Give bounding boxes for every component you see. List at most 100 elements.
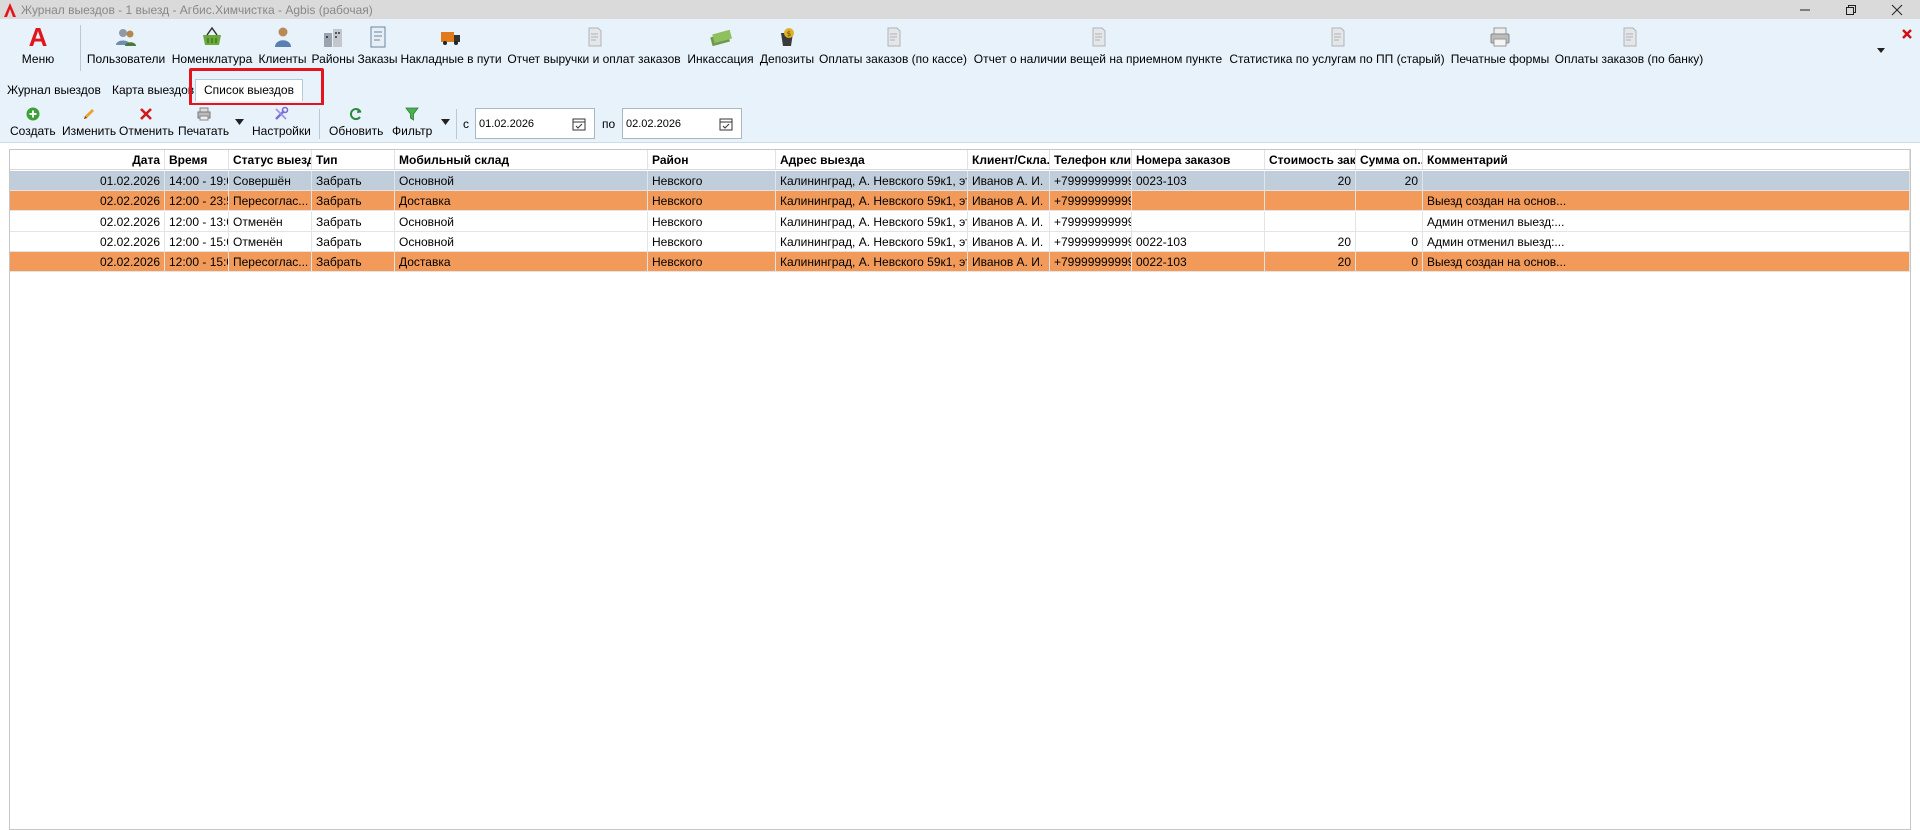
ribbon-item-12[interactable]: Статистика по услугам по ПП (старый) (1227, 19, 1447, 75)
menu-button[interactable]: A Меню (6, 19, 70, 75)
column-header-paid-sum[interactable]: Сумма оп... (1356, 150, 1423, 170)
client-icon (271, 25, 295, 49)
cell-order-cost: 20 (1265, 171, 1356, 191)
cell-date: 02.02.2026 (10, 252, 165, 273)
restore-icon (1846, 4, 1856, 15)
ribbon-item-14[interactable]: Оплаты заказов (по банку) (1553, 19, 1705, 75)
print-dropdown-icon[interactable] (235, 119, 244, 125)
filter-label: Фильтр (392, 124, 433, 138)
cancel-button[interactable]: Отменить (119, 105, 174, 143)
cell-mobile-warehouse: Доставка (395, 252, 648, 273)
cell-time: 12:00 - 15:00 (165, 231, 229, 252)
ribbon-item-3[interactable]: Клиенты (256, 19, 309, 75)
ribbon-item-5[interactable]: Заказы (357, 19, 398, 75)
cancel-x-icon (136, 106, 156, 122)
cell-order-cost (1265, 211, 1356, 232)
ribbon: A Меню Пользователи Номенклатура Клиенты Ра… (0, 19, 1920, 75)
cell-type: Забрать (312, 171, 395, 191)
table-row[interactable]: 01.02.202614:00 - 19:00СовершёнЗабратьОс… (10, 171, 1910, 191)
column-header-phone[interactable]: Телефон кли... (1050, 150, 1132, 170)
column-header-type[interactable]: Тип (312, 150, 395, 170)
ribbon-item-8[interactable]: Инкассация (684, 19, 757, 75)
window-title: Журнал выездов - 1 выезд - Агбис.Химчист… (21, 2, 373, 17)
cell-phone: +79999999999 (1050, 231, 1132, 252)
refresh-button[interactable]: Обновить (329, 105, 383, 143)
tab-map[interactable]: Карта выездов (108, 81, 198, 99)
column-header-time[interactable]: Время (165, 150, 229, 170)
settings-button[interactable]: Настройки (252, 105, 311, 143)
from-date-field[interactable]: 01.02.2026 (475, 108, 595, 139)
refresh-icon (346, 106, 366, 122)
cell-order-numbers: 0022-103 (1132, 231, 1265, 252)
ribbon-item-10[interactable]: Оплаты заказов (по кассе) (817, 19, 969, 75)
edit-button[interactable]: Изменить (62, 105, 116, 143)
ribbon-item-11[interactable]: Отчет о наличии вещей на приемном пункте (969, 19, 1227, 75)
cell-phone: +79999999999 (1050, 191, 1132, 212)
filter-button[interactable]: Фильтр (392, 105, 432, 143)
table-row[interactable]: 02.02.202612:00 - 13:00ОтменёнЗабратьОсн… (10, 211, 1910, 232)
cell-paid-sum: 0 (1356, 231, 1423, 252)
cell-time: 12:00 - 13:00 (165, 211, 229, 232)
table-row[interactable]: 02.02.202612:00 - 15:00ОтменёнЗабратьОсн… (10, 231, 1910, 252)
report-icon (1617, 25, 1641, 49)
ribbon-item-label: Печатные формы (1450, 52, 1550, 66)
ribbon-close-icon[interactable] (1900, 27, 1914, 41)
ribbon-item-label: Районы (311, 52, 355, 66)
ribbon-item-label: Отчет о наличии вещей на приемном пункте (973, 52, 1223, 66)
cell-order-numbers: 0022-103 (1132, 252, 1265, 273)
ribbon-item-2[interactable]: Номенклатура (168, 19, 256, 75)
cell-client: Иванов А. И. (968, 191, 1050, 212)
add-icon (23, 106, 43, 122)
cell-district: Невского (648, 211, 776, 232)
create-button[interactable]: Создать (10, 105, 56, 143)
cell-order-cost: 20 (1265, 231, 1356, 252)
ribbon-item-13[interactable]: Печатные формы (1447, 19, 1553, 75)
calendar-icon[interactable] (719, 117, 733, 131)
minimize-button[interactable] (1782, 0, 1828, 19)
column-header-order-cost[interactable]: Стоимость заказ... (1265, 150, 1356, 170)
column-header-comment[interactable]: Комментарий (1423, 150, 1910, 170)
close-window-button[interactable] (1874, 0, 1920, 19)
tab-journal[interactable]: Журнал выездов (3, 81, 105, 99)
cell-phone: +79999999999 (1050, 211, 1132, 232)
to-date-field[interactable]: 02.02.2026 (622, 108, 742, 139)
create-label: Создать (10, 124, 56, 138)
grid-header: ДатаВремяСтатус выездаТипМобильный склад… (10, 150, 1910, 170)
ribbon-item-9[interactable]: $ Депозиты (757, 19, 817, 75)
table-row[interactable]: 02.02.202612:00 - 15:00Пересоглас...Забр… (10, 252, 1910, 273)
filter-dropdown-icon[interactable] (441, 119, 450, 125)
column-header-address[interactable]: Адрес выезда (776, 150, 968, 170)
column-header-client[interactable]: Клиент/Скла... (968, 150, 1050, 170)
column-header-date[interactable]: Дата (10, 150, 165, 170)
ribbon-dropdown-icon[interactable] (1876, 45, 1886, 55)
menu-label: Меню (21, 52, 55, 66)
cell-order-numbers (1132, 211, 1265, 232)
trips-grid: ДатаВремяСтатус выездаТипМобильный склад… (9, 149, 1911, 830)
cell-order-numbers: 0023-103 (1132, 171, 1265, 191)
ribbon-item-label: Оплаты заказов (по кассе) (818, 52, 968, 66)
column-header-district[interactable]: Район (648, 150, 776, 170)
cell-time: 14:00 - 19:00 (165, 171, 229, 191)
column-header-status[interactable]: Статус выезда (229, 150, 312, 170)
cell-client: Иванов А. И. (968, 231, 1050, 252)
ribbon-item-6[interactable]: Накладные в пути (398, 19, 504, 75)
ribbon-item-1[interactable]: Пользователи (84, 19, 168, 75)
cell-status: Отменён (229, 231, 312, 252)
column-header-order-numbers[interactable]: Номера заказов (1132, 150, 1265, 170)
ribbon-item-7[interactable]: Отчет выручки и оплат заказов (504, 19, 684, 75)
restore-button[interactable] (1828, 0, 1874, 19)
cell-date: 02.02.2026 (10, 231, 165, 252)
cell-date: 02.02.2026 (10, 211, 165, 232)
column-header-mobile-warehouse[interactable]: Мобильный склад (395, 150, 648, 170)
cell-type: Забрать (312, 211, 395, 232)
cell-client: Иванов А. И. (968, 171, 1050, 191)
orders-icon (366, 25, 390, 49)
cell-district: Невского (648, 231, 776, 252)
calendar-icon[interactable] (572, 117, 586, 131)
table-row[interactable]: 02.02.202612:00 - 23:59Пересоглас...Забр… (10, 191, 1910, 212)
ribbon-item-4[interactable]: Районы (309, 19, 357, 75)
cell-status: Пересоглас... (229, 252, 312, 273)
print-button[interactable]: Печатать (178, 105, 229, 143)
ribbon-item-label: Номенклатура (171, 52, 253, 66)
basket-icon (200, 25, 224, 49)
